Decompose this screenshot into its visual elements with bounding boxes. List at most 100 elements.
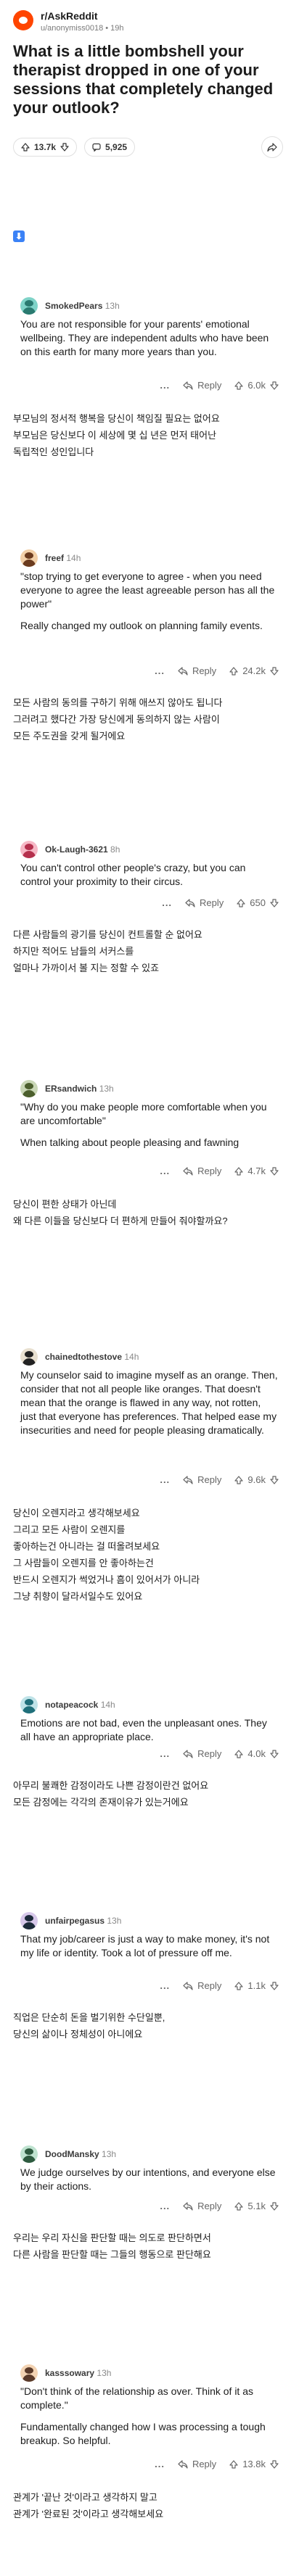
reply-icon (183, 381, 193, 390)
user-avatar[interactable] (20, 549, 38, 567)
comment-vote-control[interactable]: 4.7k (234, 1166, 279, 1176)
username[interactable]: kasssowary (45, 2368, 94, 2378)
post-vote-count: 13.7k (34, 142, 57, 152)
comment-age: 13h (105, 301, 120, 311)
comment-actions: ... Reply 6.0k (160, 380, 279, 391)
translation-line: 당신의 삶이나 정체성이 아니에요 (13, 2029, 143, 2040)
user-avatar[interactable] (20, 2364, 38, 2382)
comment-vote-control[interactable]: 9.6k (234, 1474, 279, 1485)
share-button[interactable] (261, 136, 283, 158)
comment-author[interactable]: DoodMansky 13h (45, 2149, 116, 2159)
comment-paragraph: When talking about people pleasing and f… (20, 1137, 239, 1148)
comment-author[interactable]: Ok-Laugh-3621 8h (45, 844, 120, 855)
username[interactable]: DoodMansky (45, 2149, 99, 2159)
comment-author[interactable]: freef 14h (45, 553, 81, 563)
downvote-icon[interactable] (270, 2459, 279, 2469)
downvote-icon[interactable] (270, 1981, 279, 1990)
translation-line: 다른 사람들의 광기를 당신이 컨트롤할 순 없어요 (13, 929, 202, 940)
comment-author[interactable]: chainedtothestove 14h (45, 1352, 139, 1362)
comment-vote-control[interactable]: 5.1k (234, 2201, 279, 2211)
username[interactable]: ERsandwich (45, 1084, 97, 1094)
comment-paragraph: Really changed my outlook on planning fa… (20, 620, 263, 631)
comment-vote-control[interactable]: 1.1k (234, 1980, 279, 1991)
korean-translation: 직업은 단순히 돈을 벌기위한 수단일뿐, 당신의 삶이나 정체성이 아니에요 (13, 2009, 286, 2043)
comment-vote-control[interactable]: 650 (237, 897, 279, 908)
username[interactable]: chainedtothestove (45, 1352, 122, 1362)
more-options-button[interactable]: ... (160, 1980, 170, 1991)
age-value: 8h (110, 844, 120, 855)
comment-body: Emotions are not bad, even the unpleasan… (20, 1716, 279, 1752)
username[interactable]: SmokedPears (45, 301, 102, 311)
upvote-icon[interactable] (234, 1166, 244, 1176)
comment-author[interactable]: kasssowary 13h (45, 2368, 111, 2378)
comment-author[interactable]: SmokedPears 13h (45, 301, 120, 311)
reply-button[interactable]: Reply (183, 1166, 221, 1176)
username[interactable]: freef (45, 553, 64, 563)
korean-translation: 모든 사람의 동의를 구하기 위해 애쓰지 않아도 됩니다 그러려고 했다간 가장… (13, 694, 286, 744)
vote-control[interactable]: 13.7k (13, 138, 78, 157)
upvote-icon[interactable] (237, 898, 245, 907)
more-options-button[interactable]: ... (160, 1474, 170, 1485)
comment-author[interactable]: notapeacock 14h (45, 1700, 115, 1710)
more-options-button[interactable]: ... (160, 380, 170, 391)
post-header: r/AskReddit u/anonymiss0018 • 19h What i… (0, 0, 299, 170)
downvote-icon[interactable] (270, 1749, 279, 1758)
comment-author[interactable]: unfairpegasus 13h (45, 1916, 121, 1926)
upvote-icon[interactable] (234, 2201, 244, 2211)
more-options-button[interactable]: ... (162, 897, 172, 908)
user-avatar[interactable] (20, 2145, 38, 2163)
comment-author[interactable]: ERsandwich 13h (45, 1084, 114, 1094)
user-avatar[interactable] (20, 1080, 38, 1097)
user-avatar[interactable] (20, 1348, 38, 1366)
downvote-icon[interactable] (270, 1475, 279, 1484)
upvote-icon[interactable] (234, 1981, 244, 1990)
subreddit-name[interactable]: r/AskReddit (41, 10, 98, 22)
comments-button[interactable]: 5,925 (84, 138, 136, 157)
comment-age: 14h (124, 1352, 139, 1362)
comment-actions: ... Reply 13.8k (155, 2459, 279, 2469)
reply-button[interactable]: Reply (183, 2201, 221, 2211)
comment-vote-control[interactable]: 6.0k (234, 380, 279, 391)
user-avatar[interactable] (20, 1696, 38, 1713)
username[interactable]: notapeacock (45, 1700, 98, 1710)
reply-button[interactable]: Reply (185, 897, 224, 908)
upvote-icon[interactable] (234, 1475, 244, 1484)
upvote-icon[interactable] (21, 143, 30, 151)
comment-paragraph: That my job/career is just a way to make… (20, 1933, 270, 1958)
reply-icon (183, 2201, 193, 2211)
more-options-button[interactable]: ... (155, 665, 165, 676)
translation-line: 직업은 단순히 돈을 벌기위한 수단일뿐, (13, 2012, 165, 2023)
upvote-icon[interactable] (234, 1749, 244, 1758)
reply-button[interactable]: Reply (183, 380, 221, 391)
username[interactable]: Ok-Laugh-3621 (45, 844, 108, 855)
downvote-icon[interactable] (270, 666, 279, 676)
downvote-icon[interactable] (270, 1166, 279, 1176)
downvote-icon[interactable] (270, 2201, 279, 2211)
user-avatar[interactable] (20, 297, 38, 315)
more-options-button[interactable]: ... (160, 2201, 170, 2211)
more-options-button[interactable]: ... (155, 2459, 165, 2469)
upvote-icon[interactable] (234, 381, 244, 390)
comment-paragraph: "stop trying to get everyone to agree - … (20, 570, 275, 610)
user-avatar[interactable] (20, 841, 38, 858)
reply-button[interactable]: Reply (183, 1474, 221, 1485)
more-options-button[interactable]: ... (160, 1748, 170, 1759)
subreddit-avatar[interactable] (13, 10, 33, 30)
reply-button[interactable]: Reply (183, 1748, 221, 1759)
more-options-button[interactable]: ... (160, 1166, 170, 1176)
reply-button[interactable]: Reply (183, 1980, 221, 1991)
comment-vote-control[interactable]: 13.8k (229, 2459, 279, 2469)
downvote-icon[interactable] (270, 381, 279, 390)
reply-button[interactable]: Reply (178, 2459, 216, 2469)
reply-button[interactable]: Reply (178, 665, 216, 676)
upvote-icon[interactable] (229, 666, 238, 676)
username[interactable]: unfairpegasus (45, 1916, 105, 1926)
user-avatar[interactable] (20, 1912, 38, 1929)
comment-age: 14h (66, 553, 81, 563)
age-value: 14h (66, 553, 81, 563)
comment-vote-control[interactable]: 24.2k (229, 665, 279, 676)
downvote-icon[interactable] (60, 143, 69, 151)
downvote-icon[interactable] (270, 898, 279, 907)
upvote-icon[interactable] (229, 2459, 238, 2469)
comment-vote-control[interactable]: 4.0k (234, 1748, 279, 1759)
